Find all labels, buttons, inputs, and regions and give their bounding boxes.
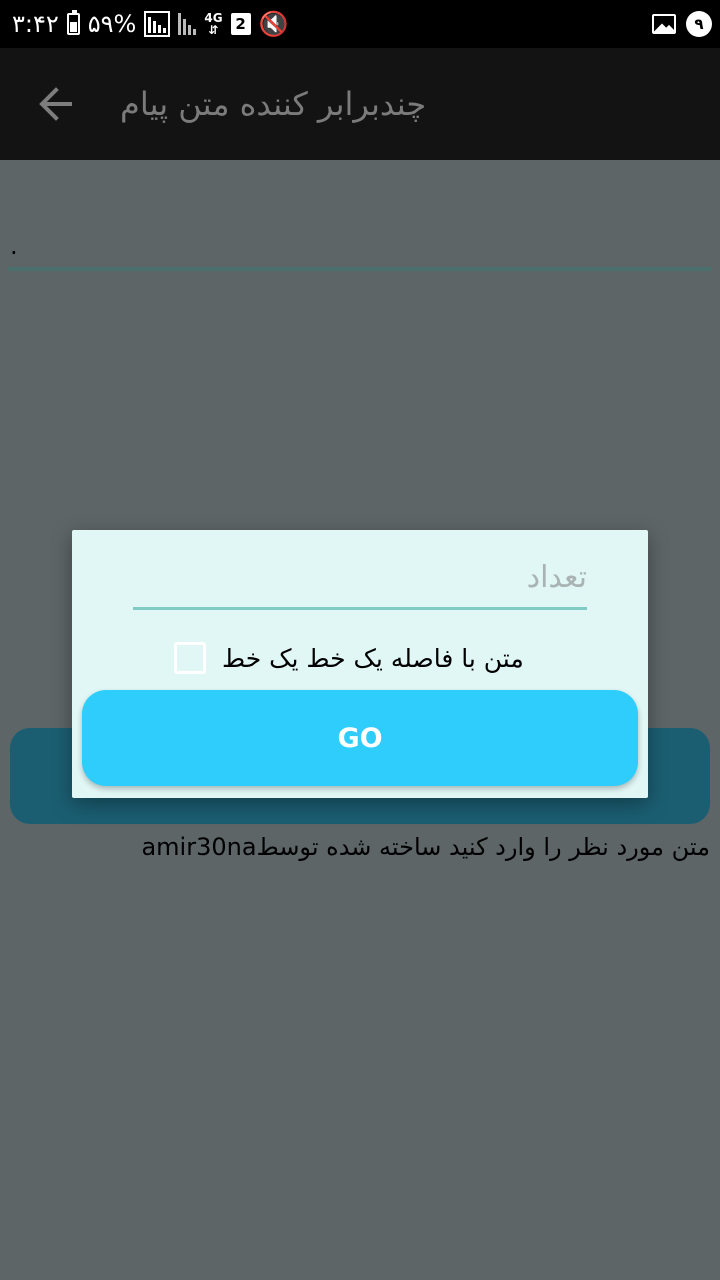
app-bar: چندبرابر کننده متن پیام bbox=[0, 48, 720, 160]
network-type: 4G ⇵ bbox=[204, 11, 223, 37]
signal-box-icon bbox=[144, 11, 171, 37]
battery-percent: ۵۹% bbox=[87, 10, 137, 38]
line-spacing-checkbox[interactable] bbox=[174, 642, 206, 674]
go-button[interactable]: GO bbox=[82, 690, 638, 786]
message-input-underline bbox=[8, 267, 712, 271]
sim-icon: 2 bbox=[230, 13, 251, 35]
status-left: ۳:۴۲ ۵۹% 4G ⇵ 2 🔇 bbox=[12, 0, 288, 48]
caption-text: متن مورد نظر را وارد کنید ساخته شده توسط… bbox=[141, 833, 710, 861]
message-input-value[interactable]: . bbox=[10, 232, 18, 260]
clock: ۳:۴۲ bbox=[12, 10, 59, 38]
count-input-underline bbox=[133, 607, 587, 610]
page-title: چندبرابر کننده متن پیام bbox=[120, 85, 427, 123]
status-right: ۹ bbox=[652, 0, 712, 48]
count-dialog: متن با فاصله یک خط یک خط GO bbox=[72, 530, 648, 798]
status-bar: ۳:۴۲ ۵۹% 4G ⇵ 2 🔇 ۹ bbox=[0, 0, 720, 48]
arrow-left-icon[interactable] bbox=[36, 84, 76, 124]
line-spacing-option[interactable]: متن با فاصله یک خط یک خط bbox=[174, 638, 524, 678]
image-notification-icon bbox=[652, 14, 676, 34]
notification-count-badge: ۹ bbox=[686, 11, 712, 37]
battery-icon bbox=[66, 10, 80, 35]
count-input[interactable] bbox=[133, 550, 587, 604]
line-spacing-label: متن با فاصله یک خط یک خط bbox=[222, 643, 524, 673]
signal-bars-icon bbox=[178, 13, 197, 35]
vibrate-off-icon: 🔇 bbox=[258, 10, 289, 38]
